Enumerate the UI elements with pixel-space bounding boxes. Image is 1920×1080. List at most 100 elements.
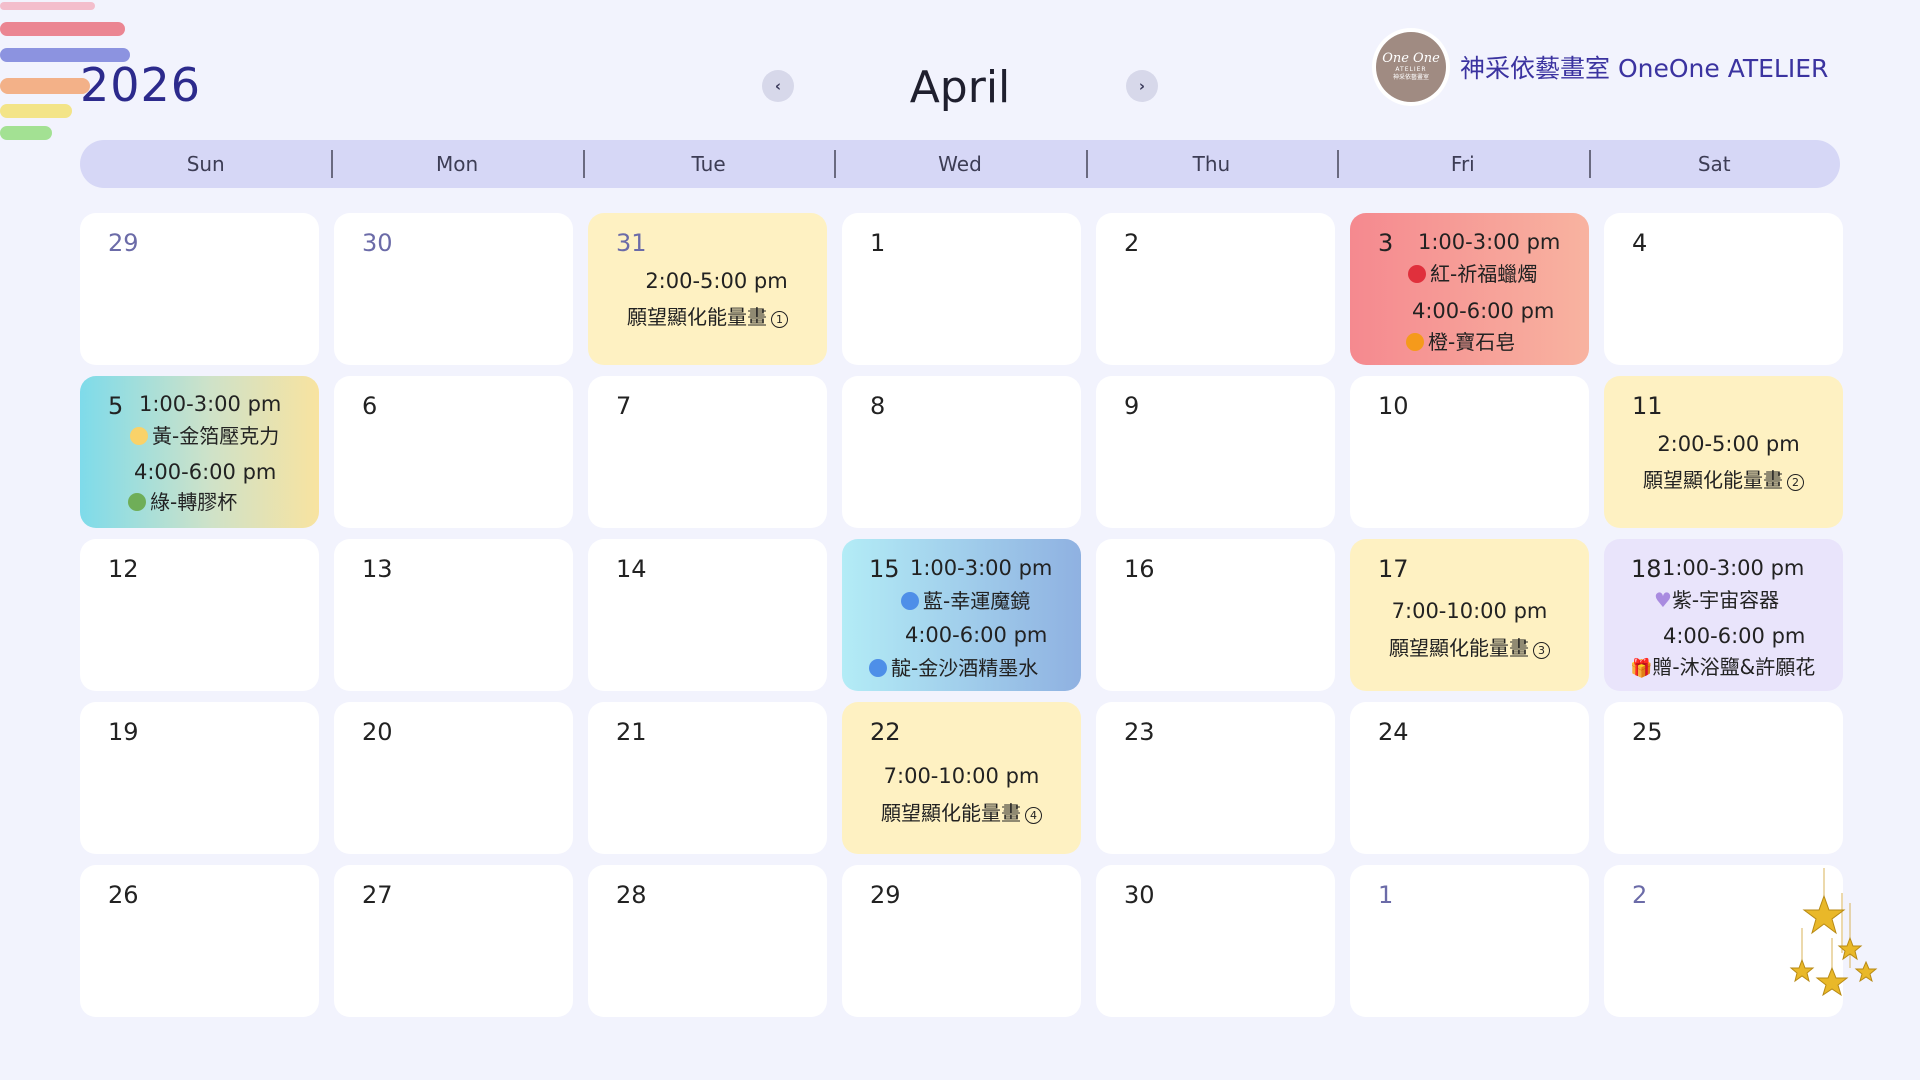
day-number: 11 bbox=[1632, 392, 1663, 420]
month-navigator: ‹ April › bbox=[762, 62, 1158, 122]
blue-dot-icon bbox=[901, 592, 919, 610]
day-number: 12 bbox=[108, 555, 139, 583]
day-number: 9 bbox=[1124, 392, 1140, 420]
weekday-sat: Sat bbox=[1588, 150, 1840, 178]
event-time: 1:00-3:00 pm bbox=[139, 392, 282, 416]
weekday-mon: Mon bbox=[331, 150, 582, 178]
calendar-day[interactable]: 7 bbox=[588, 376, 827, 528]
day-number: 14 bbox=[616, 555, 647, 583]
calendar-day[interactable]: 25 bbox=[1604, 702, 1843, 854]
event-time: 2:00-5:00 pm bbox=[1657, 432, 1800, 456]
weekday-fri: Fri bbox=[1337, 150, 1588, 178]
calendar-day[interactable]: 8 bbox=[842, 376, 1081, 528]
calendar-day[interactable]: 23 bbox=[1096, 702, 1335, 854]
calendar-day[interactable]: 30 bbox=[334, 213, 573, 365]
event-time: 2:00-5:00 pm bbox=[645, 269, 788, 293]
event-time: 7:00-10:00 pm bbox=[883, 764, 1040, 788]
event-time: 4:00-6:00 pm bbox=[1663, 624, 1806, 648]
calendar-day[interactable]: 30 bbox=[1096, 865, 1335, 1017]
event-time: 1:00-3:00 pm bbox=[1418, 230, 1561, 254]
event-title: 綠-轉膠杯 bbox=[128, 486, 237, 515]
red-dot-icon bbox=[1408, 265, 1426, 283]
day-number: 1 bbox=[1378, 881, 1394, 909]
calendar-day-event[interactable]: 31 2:00-5:00 pm 願望顯化能量畫 1 bbox=[588, 213, 827, 365]
calendar-day-event[interactable]: 15 1:00-3:00 pm 藍-幸運魔鏡 4:00-6:00 pm 靛-金沙… bbox=[842, 539, 1081, 691]
calendar-day[interactable]: 1 bbox=[842, 213, 1081, 365]
weekday-header: Sun Mon Tue Wed Thu Fri Sat bbox=[80, 140, 1840, 188]
event-title: 願望顯化能量畫 1 bbox=[588, 301, 827, 330]
calendar-day-event[interactable]: 18 1:00-3:00 pm ♥紫-宇宙容器 4:00-6:00 pm 🎁贈-… bbox=[1604, 539, 1843, 691]
calendar-day[interactable]: 14 bbox=[588, 539, 827, 691]
calendar-day[interactable]: 12 bbox=[80, 539, 319, 691]
day-number: 2 bbox=[1124, 229, 1140, 257]
calendar-day-event[interactable]: 5 1:00-3:00 pm 黃-金箔壓克力 4:00-6:00 pm 綠-轉膠… bbox=[80, 376, 319, 528]
day-number: 20 bbox=[362, 718, 393, 746]
event-title: 藍-幸運魔鏡 bbox=[901, 585, 1030, 614]
star-decoration-icon bbox=[1789, 868, 1878, 997]
calendar-day-event[interactable]: 3 1:00-3:00 pm 紅-祈福蠟燭 4:00-6:00 pm 橙-寶石皂 bbox=[1350, 213, 1589, 365]
event-time: 1:00-3:00 pm bbox=[1662, 556, 1805, 580]
day-number: 1 bbox=[870, 229, 886, 257]
day-number: 23 bbox=[1124, 718, 1155, 746]
calendar-day[interactable]: 1 bbox=[1350, 865, 1589, 1017]
calendar-day[interactable]: 4 bbox=[1604, 213, 1843, 365]
month-title: April bbox=[909, 62, 1011, 113]
calendar-day[interactable]: 27 bbox=[334, 865, 573, 1017]
calendar-day[interactable]: 6 bbox=[334, 376, 573, 528]
calendar-day[interactable]: 29 bbox=[842, 865, 1081, 1017]
calendar-day-event[interactable]: 11 2:00-5:00 pm 願望顯化能量畫 2 bbox=[1604, 376, 1843, 528]
purple-heart-icon: ♥ bbox=[1654, 588, 1672, 612]
day-number: 8 bbox=[870, 392, 886, 420]
calendar-day[interactable]: 21 bbox=[588, 702, 827, 854]
calendar-day-event[interactable]: 22 7:00-10:00 pm 願望顯化能量畫 4 bbox=[842, 702, 1081, 854]
next-month-button[interactable]: › bbox=[1126, 70, 1158, 102]
day-number: 18 bbox=[1631, 555, 1662, 583]
day-number: 30 bbox=[1124, 881, 1155, 909]
event-title: 🎁贈-沐浴鹽&許願花 bbox=[1630, 655, 1816, 679]
calendar-day[interactable]: 2 bbox=[1096, 213, 1335, 365]
day-number: 10 bbox=[1378, 392, 1409, 420]
day-number: 21 bbox=[616, 718, 647, 746]
chevron-right-icon: › bbox=[1138, 77, 1146, 95]
event-title: 黃-金箔壓克力 bbox=[130, 420, 279, 449]
calendar-day[interactable]: 13 bbox=[334, 539, 573, 691]
day-number: 31 bbox=[616, 229, 647, 257]
calendar-day[interactable]: 20 bbox=[334, 702, 573, 854]
day-number: 3 bbox=[1378, 229, 1394, 257]
brand: One One ATELIER 神采依藝畫室 神采依藝畫室 OneOne ATE… bbox=[1376, 32, 1828, 102]
day-number: 25 bbox=[1632, 718, 1663, 746]
day-number: 28 bbox=[616, 881, 647, 909]
day-number: 4 bbox=[1632, 229, 1648, 257]
calendar-day[interactable]: 16 bbox=[1096, 539, 1335, 691]
event-time: 4:00-6:00 pm bbox=[905, 623, 1048, 647]
yellow-dot-icon bbox=[130, 427, 148, 445]
session-number-badge: 4 bbox=[1025, 807, 1042, 824]
calendar-day-event[interactable]: 17 7:00-10:00 pm 願望顯化能量畫 3 bbox=[1350, 539, 1589, 691]
event-title: 紅-祈福蠟燭 bbox=[1408, 258, 1537, 287]
day-number: 29 bbox=[870, 881, 901, 909]
day-number: 13 bbox=[362, 555, 393, 583]
event-title: ♥紫-宇宙容器 bbox=[1654, 588, 1780, 612]
calendar-day[interactable]: 10 bbox=[1350, 376, 1589, 528]
calendar-day[interactable]: 26 bbox=[80, 865, 319, 1017]
weekday-thu: Thu bbox=[1085, 150, 1337, 178]
day-number: 6 bbox=[362, 392, 378, 420]
orange-dot-icon bbox=[1406, 333, 1424, 351]
event-title: 願望顯化能量畫 2 bbox=[1604, 464, 1843, 493]
calendar-day[interactable]: 24 bbox=[1350, 702, 1589, 854]
calendar-day[interactable]: 29 bbox=[80, 213, 319, 365]
calendar-day[interactable]: 28 bbox=[588, 865, 827, 1017]
event-title: 願望顯化能量畫 4 bbox=[842, 797, 1081, 826]
day-number: 22 bbox=[870, 718, 901, 746]
day-number: 26 bbox=[108, 881, 139, 909]
day-number: 27 bbox=[362, 881, 393, 909]
atelier-logo: One One ATELIER 神采依藝畫室 bbox=[1376, 32, 1446, 102]
day-number: 17 bbox=[1378, 555, 1409, 583]
event-time: 4:00-6:00 pm bbox=[134, 460, 277, 484]
calendar-day[interactable]: 19 bbox=[80, 702, 319, 854]
event-title: 靛-金沙酒精墨水 bbox=[869, 652, 1038, 681]
green-dot-icon bbox=[128, 493, 146, 511]
calendar-day[interactable]: 9 bbox=[1096, 376, 1335, 528]
day-number: 15 bbox=[869, 555, 900, 583]
session-number-badge: 1 bbox=[771, 311, 788, 328]
